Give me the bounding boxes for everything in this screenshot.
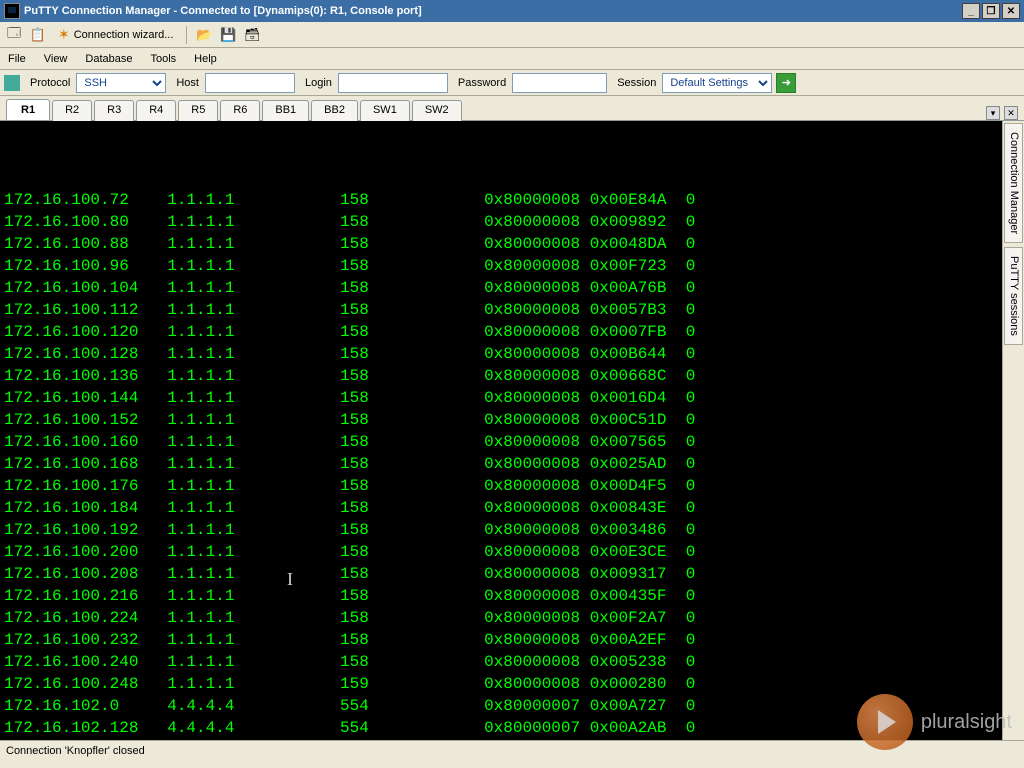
statusbar: Connection 'Knopfler' closed: [0, 740, 1024, 760]
terminal-row: 172.16.100.120 1.1.1.1 158 0x80000008 0x…: [4, 321, 998, 343]
terminal-row: 172.16.100.136 1.1.1.1 158 0x80000008 0x…: [4, 365, 998, 387]
restore-button[interactable]: ❐: [982, 3, 1000, 19]
tab-r5[interactable]: R5: [178, 100, 218, 121]
status-text: Connection 'Knopfler' closed: [6, 745, 145, 757]
app-icon: [4, 3, 20, 19]
tab-r1[interactable]: R1: [6, 99, 50, 120]
terminal[interactable]: I 172.16.100.72 1.1.1.1 158 0x80000008 0…: [0, 121, 1002, 740]
terminal-row: 172.16.100.240 1.1.1.1 158 0x80000008 0x…: [4, 651, 998, 673]
protocol-icon: [4, 75, 20, 91]
toolbar: 🗔 📋 ✶ Connection wizard... 📂 💾 🗃: [0, 22, 1024, 48]
minimize-button[interactable]: _: [962, 3, 980, 19]
terminal-row: 172.16.100.104 1.1.1.1 158 0x80000008 0x…: [4, 277, 998, 299]
terminal-row: 172.16.100.96 1.1.1.1 158 0x80000008 0x0…: [4, 255, 998, 277]
terminal-row: 172.16.100.152 1.1.1.1 158 0x80000008 0x…: [4, 409, 998, 431]
terminal-row: 172.16.100.168 1.1.1.1 158 0x80000008 0x…: [4, 453, 998, 475]
menubar: File View Database Tools Help: [0, 48, 1024, 70]
side-tab-connection-manager[interactable]: Connection Manager: [1004, 123, 1023, 243]
terminal-row: 172.16.100.72 1.1.1.1 158 0x80000008 0x0…: [4, 189, 998, 211]
tab-r2[interactable]: R2: [52, 100, 92, 121]
terminal-row: 172.16.100.248 1.1.1.1 159 0x80000008 0x…: [4, 673, 998, 695]
tab-sw2[interactable]: SW2: [412, 100, 462, 121]
arrow-right-icon: ➜: [782, 76, 791, 89]
connection-wizard-button[interactable]: ✶ Connection wizard...: [52, 24, 179, 45]
connection-bar: Protocol SSH Host Login Password Session…: [0, 70, 1024, 96]
protocol-select[interactable]: SSH: [76, 73, 166, 93]
menu-view[interactable]: View: [44, 53, 68, 65]
terminal-row: 172.16.100.80 1.1.1.1 158 0x80000008 0x0…: [4, 211, 998, 233]
tab-r4[interactable]: R4: [136, 100, 176, 121]
window-title: PuTTY Connection Manager - Connected to …: [24, 5, 962, 17]
tab-r3[interactable]: R3: [94, 100, 134, 121]
menu-help[interactable]: Help: [194, 53, 217, 65]
terminal-row: 172.16.100.224 1.1.1.1 158 0x80000008 0x…: [4, 607, 998, 629]
terminal-row: 172.16.100.208 1.1.1.1 158 0x80000008 0x…: [4, 563, 998, 585]
tab-sw1[interactable]: SW1: [360, 100, 410, 121]
terminal-row: 172.16.100.88 1.1.1.1 158 0x80000008 0x0…: [4, 233, 998, 255]
side-tab-putty-sessions[interactable]: PuTTY sessions: [1004, 247, 1023, 345]
tab-close-icon[interactable]: ✕: [1004, 106, 1018, 120]
terminal-row: 172.16.100.160 1.1.1.1 158 0x80000008 0x…: [4, 431, 998, 453]
login-input[interactable]: [338, 73, 448, 93]
session-label: Session: [617, 77, 656, 89]
save-all-icon[interactable]: 🗃: [242, 25, 262, 45]
close-button[interactable]: ✕: [1002, 3, 1020, 19]
password-input[interactable]: [512, 73, 607, 93]
connection-wizard-label: Connection wizard...: [74, 29, 174, 41]
separator: [186, 26, 187, 44]
tabbar: R1R2R3R4R5R6BB1BB2SW1SW2 ▾ ✕: [0, 96, 1024, 120]
terminal-row: 172.16.100.216 1.1.1.1 158 0x80000008 0x…: [4, 585, 998, 607]
host-input[interactable]: [205, 73, 295, 93]
tab-bb1[interactable]: BB1: [262, 100, 309, 121]
password-label: Password: [458, 77, 506, 89]
session-select[interactable]: Default Settings: [662, 73, 772, 93]
tab-r6[interactable]: R6: [220, 100, 260, 121]
terminal-row: 172.16.100.112 1.1.1.1 158 0x80000008 0x…: [4, 299, 998, 321]
menu-tools[interactable]: Tools: [150, 53, 176, 65]
terminal-row: 192.168.101.0 1.1.1.1 159 0x80000008 0x0…: [4, 739, 998, 740]
menu-file[interactable]: File: [8, 53, 26, 65]
tab-dropdown-icon[interactable]: ▾: [986, 106, 1000, 120]
save-icon[interactable]: 💾: [218, 25, 238, 45]
terminal-row: 172.16.100.176 1.1.1.1 158 0x80000008 0x…: [4, 475, 998, 497]
terminal-row: 172.16.100.192 1.1.1.1 158 0x80000008 0x…: [4, 519, 998, 541]
tab-bb2[interactable]: BB2: [311, 100, 358, 121]
terminal-row: 172.16.102.128 4.4.4.4 554 0x80000007 0x…: [4, 717, 998, 739]
terminal-row: 172.16.100.200 1.1.1.1 158 0x80000008 0x…: [4, 541, 998, 563]
terminal-row: 172.16.100.144 1.1.1.1 158 0x80000008 0x…: [4, 387, 998, 409]
open-folder-icon[interactable]: 📂: [194, 25, 214, 45]
host-label: Host: [176, 77, 199, 89]
protocol-label: Protocol: [30, 77, 70, 89]
text-cursor-icon: I: [287, 568, 293, 590]
side-panel: Connection Manager PuTTY sessions: [1002, 121, 1024, 740]
terminal-row: 172.16.100.184 1.1.1.1 158 0x80000008 0x…: [4, 497, 998, 519]
terminal-row: 172.16.100.128 1.1.1.1 158 0x80000008 0x…: [4, 343, 998, 365]
copy-icon[interactable]: 📋: [28, 25, 48, 45]
new-window-icon[interactable]: 🗔: [4, 25, 24, 45]
menu-database[interactable]: Database: [85, 53, 132, 65]
terminal-row: 172.16.102.0 4.4.4.4 554 0x80000007 0x00…: [4, 695, 998, 717]
connect-button[interactable]: ➜: [776, 73, 796, 93]
login-label: Login: [305, 77, 332, 89]
wizard-star-icon: ✶: [58, 26, 70, 43]
terminal-row: 172.16.100.232 1.1.1.1 158 0x80000008 0x…: [4, 629, 998, 651]
titlebar: PuTTY Connection Manager - Connected to …: [0, 0, 1024, 22]
